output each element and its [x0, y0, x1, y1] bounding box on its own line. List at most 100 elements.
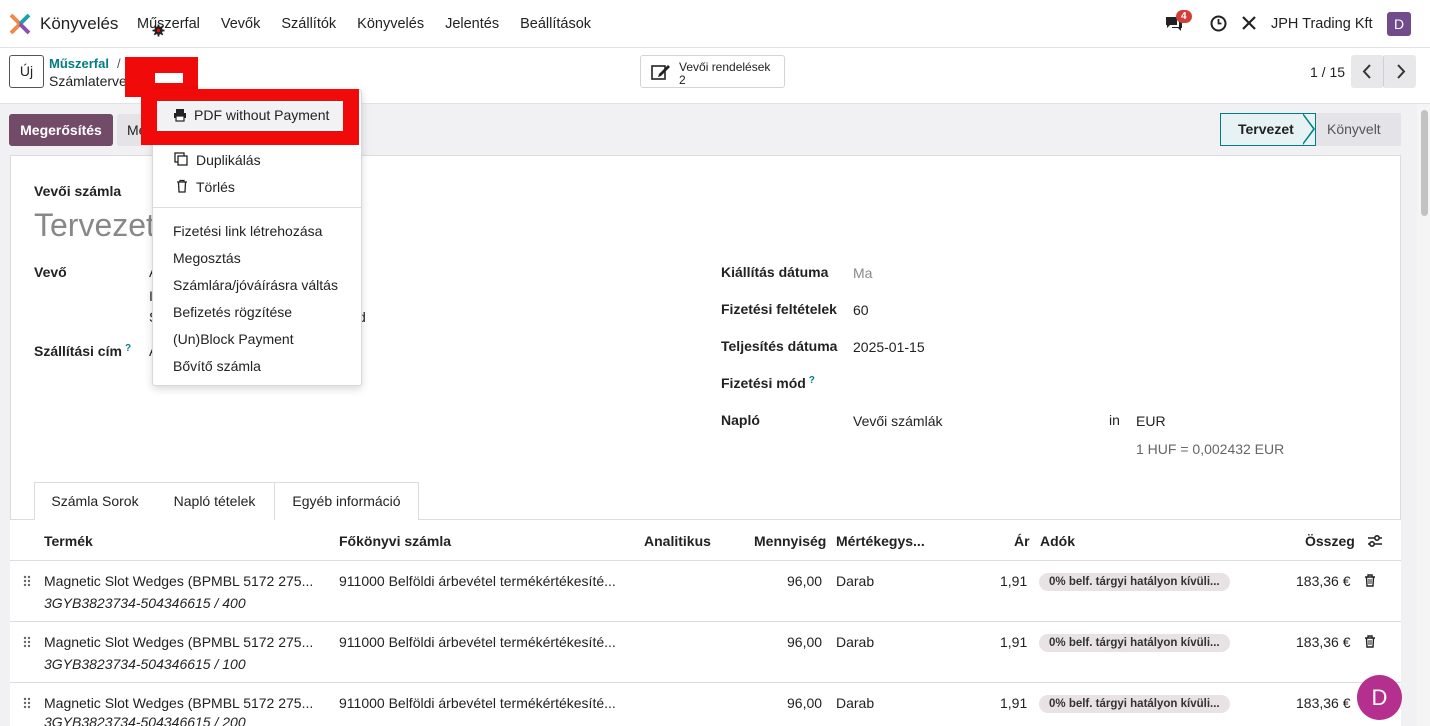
user-avatar[interactable]: D [1387, 12, 1411, 36]
highlight-box-left [141, 89, 157, 145]
menu-item-customers[interactable]: Vevők [221, 16, 261, 32]
row-uom[interactable]: Darab [836, 573, 874, 589]
column-account[interactable]: Főkönyvi számla [339, 533, 451, 549]
gear-icon[interactable] [152, 24, 165, 37]
currency-field[interactable]: EUR [1136, 413, 1166, 429]
row-tax-badge[interactable]: 0% belf. tárgyi hatályon kívüli... [1039, 634, 1230, 652]
pager-value[interactable]: 1 / 15 [1310, 64, 1345, 80]
tab-other-info[interactable]: Egyéb információ [274, 482, 419, 520]
dropdown-item-extension-invoice[interactable]: Bővítő számla [173, 358, 261, 374]
row-price[interactable]: 1,91 [1000, 695, 1027, 711]
payment-method-label: Fizetési mód? [721, 375, 815, 391]
row-product-description: 3GYB3823734-504346615 / 200 [44, 714, 246, 726]
drag-handle-icon[interactable] [23, 636, 31, 648]
status-posted[interactable]: Könyvelt [1315, 113, 1401, 146]
row-tax-badge[interactable]: 0% belf. tárgyi hatályon kívüli... [1039, 695, 1230, 713]
dropdown-item-delete[interactable]: Törlés [196, 179, 235, 195]
row-quantity[interactable]: 96,00 [787, 573, 822, 589]
row-subtotal: 183,36 € [1296, 695, 1351, 711]
column-uom[interactable]: Mértékegys... [836, 533, 925, 549]
row-account[interactable]: 911000 Belföldi árbevétel termékértékesí… [339, 695, 616, 711]
help-icon[interactable]: ? [125, 343, 131, 354]
chevron-left-icon [1362, 64, 1371, 79]
dropdown-item-duplicate[interactable]: Duplikálás [196, 152, 261, 168]
row-account[interactable]: 911000 Belföldi árbevétel termékértékesí… [339, 573, 616, 589]
column-taxes[interactable]: Adók [1040, 533, 1075, 549]
pdf-without-payment-label[interactable]: PDF without Payment [194, 107, 329, 123]
sale-orders-smart-button[interactable]: Vevői rendelések 2 [640, 55, 785, 88]
tab-invoice-lines[interactable]: Számla Sorok [34, 482, 156, 521]
smart-button-count: 2 [679, 73, 686, 87]
column-subtotal[interactable]: Összeg [1305, 533, 1355, 549]
tools-icon[interactable] [1241, 15, 1257, 31]
confirm-button[interactable]: Megerősítés [9, 114, 113, 146]
row-price[interactable]: 1,91 [1000, 573, 1027, 589]
column-product[interactable]: Termék [44, 533, 93, 549]
drag-handle-icon[interactable] [23, 697, 31, 709]
row-product[interactable]: Magnetic Slot Wedges (BPMBL 5172 275... [44, 695, 313, 711]
clock-icon[interactable] [1210, 15, 1227, 32]
pager-previous-button[interactable] [1351, 55, 1384, 88]
tab-journal-items[interactable]: Napló tételek [155, 482, 275, 520]
dropdown-item-generate-payment-link[interactable]: Fizetési link létrehozása [173, 223, 322, 239]
exchange-rate: 1 HUF = 0,002432 EUR [1136, 441, 1285, 457]
chevron-right-icon [1397, 64, 1406, 79]
app-logo-icon[interactable] [9, 13, 31, 35]
row-subtotal: 183,36 € [1296, 573, 1351, 589]
drag-handle-icon[interactable] [23, 575, 31, 587]
delivery-date-field[interactable]: 2025-01-15 [853, 339, 925, 355]
table-row[interactable] [10, 622, 1401, 683]
row-product[interactable]: Magnetic Slot Wedges (BPMBL 5172 275... [44, 573, 313, 589]
menu-item-dashboard[interactable]: Műszerfal [137, 16, 200, 32]
row-tax-badge[interactable]: 0% belf. tárgyi hatályon kívüli... [1039, 573, 1230, 591]
floating-avatar-button[interactable]: D [1357, 675, 1402, 720]
invoice-title: Tervezet [34, 207, 155, 243]
edit-document-icon [651, 65, 670, 80]
row-product[interactable]: Magnetic Slot Wedges (BPMBL 5172 275... [44, 634, 313, 650]
scrollbar-thumb[interactable] [1421, 110, 1428, 216]
dropdown-item-switch-invoice-refund[interactable]: Számlára/jóváírásra váltás [173, 277, 338, 293]
column-analytic[interactable]: Analitikus [644, 533, 711, 549]
help-icon[interactable]: ? [809, 375, 815, 386]
printer-icon [174, 109, 186, 122]
row-uom[interactable]: Darab [836, 695, 874, 711]
column-quantity[interactable]: Mennyiség [754, 533, 826, 549]
row-quantity[interactable]: 96,00 [787, 634, 822, 650]
invoice-date-field[interactable]: Ma [853, 265, 872, 281]
shipping-address-label-text: Szállítási cím [34, 343, 122, 359]
smart-button-label: Vevői rendelések [679, 60, 771, 74]
menu-item-reporting[interactable]: Jelentés [445, 16, 499, 32]
payment-terms-label: Fizetési feltételek [721, 301, 837, 317]
column-price[interactable]: Ár [1014, 533, 1030, 549]
row-quantity[interactable]: 96,00 [787, 695, 822, 711]
dropdown-item-block-payment[interactable]: (Un)Block Payment [173, 331, 294, 347]
top-navbar: Könyvelés Műszerfal Vevők Szállítók Köny… [0, 0, 1430, 48]
trash-icon[interactable] [1364, 574, 1376, 587]
shipping-address-label: Szállítási cím? [34, 343, 131, 359]
trash-icon[interactable] [1364, 635, 1376, 648]
app-name[interactable]: Könyvelés [40, 14, 118, 34]
dropdown-item-share[interactable]: Megosztás [173, 250, 241, 266]
row-uom[interactable]: Darab [836, 634, 874, 650]
trash-icon [177, 179, 187, 193]
payment-terms-field[interactable]: 60 [853, 302, 869, 318]
company-switcher[interactable]: JPH Trading Kft [1271, 16, 1373, 32]
menu-item-vendors[interactable]: Szállítók [281, 16, 336, 32]
customer-label: Vevő [34, 264, 67, 280]
row-price[interactable]: 1,91 [1000, 634, 1027, 650]
new-button[interactable]: Új [9, 55, 44, 88]
delivery-date-label: Teljesítés dátuma [721, 338, 838, 354]
column-settings-icon[interactable] [1367, 534, 1383, 548]
row-product-description: 3GYB3823734-504346615 / 100 [44, 656, 246, 672]
menu-item-configuration[interactable]: Beállítások [520, 16, 591, 32]
duplicate-icon [174, 152, 188, 166]
journal-field[interactable]: Vevői számlák [853, 413, 942, 429]
menu-item-accounting[interactable]: Könyvelés [357, 16, 424, 32]
dropdown-divider [153, 207, 361, 208]
pager-next-button[interactable] [1383, 55, 1416, 88]
table-row[interactable] [10, 561, 1401, 622]
dropdown-item-register-payment[interactable]: Befizetés rögzítése [173, 304, 292, 320]
breadcrumb-parent-link[interactable]: Műszerfal [49, 56, 109, 71]
row-account[interactable]: 911000 Belföldi árbevétel termékértékesí… [339, 634, 616, 650]
breadcrumb-separator: / [117, 56, 121, 71]
